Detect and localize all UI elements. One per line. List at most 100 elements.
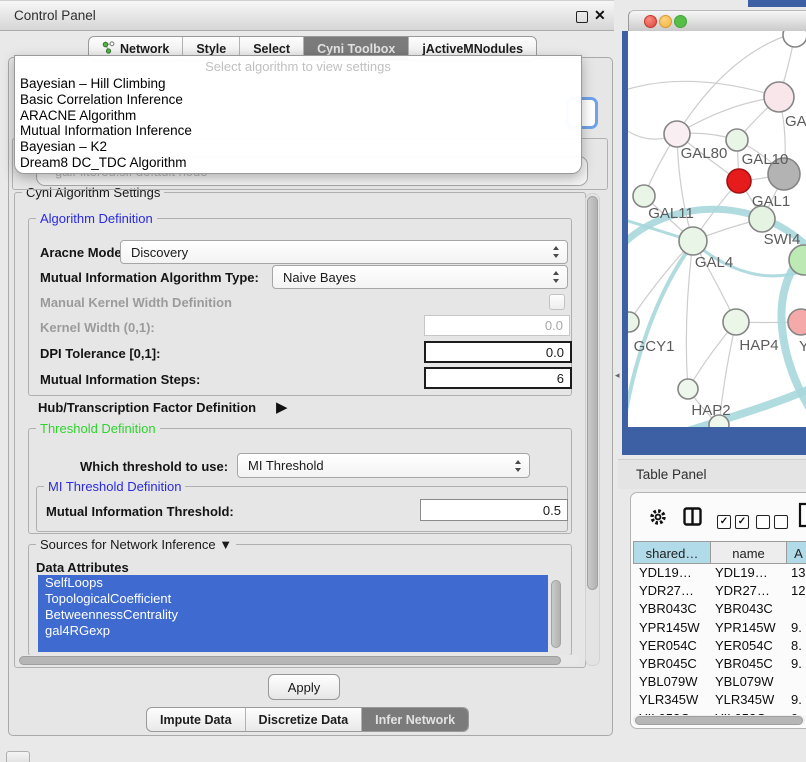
table-cell[interactable]: 13 — [791, 565, 805, 580]
select-all-columns-icon[interactable]: ✓✓ — [717, 511, 753, 529]
mi-threshold-legend: MI Threshold Definition — [44, 479, 185, 494]
algorithm-option[interactable]: ARACNE Algorithm — [20, 108, 570, 124]
network-node-label: GAL4 — [695, 254, 733, 271]
network-node-gal4[interactable] — [679, 227, 707, 255]
table-cell[interactable]: 12 — [791, 583, 805, 598]
table-row[interactable]: YPR145W YPR145W 9. — [631, 619, 806, 637]
table-cell[interactable]: 9. — [791, 656, 802, 671]
mi-threshold-field[interactable]: 0.5 — [420, 499, 568, 521]
close-window-icon[interactable] — [644, 15, 657, 28]
attributes-scrollbar-thumb[interactable] — [551, 580, 561, 648]
table-hscrollbar-thumb[interactable] — [635, 716, 803, 725]
table-cell[interactable]: YBR045C — [715, 656, 773, 671]
table-cell[interactable]: YBR045C — [639, 656, 697, 671]
column-header[interactable]: shared… — [633, 541, 711, 564]
mi-type-combo[interactable]: Naive Bayes — [272, 265, 568, 289]
algorithm-option[interactable]: Bayesian – K2 — [20, 139, 570, 155]
app-root: Control Panel ✕ NetworkStyleSelectCyni T… — [0, 0, 806, 762]
network-node-gal10[interactable] — [726, 129, 748, 151]
gear-icon[interactable] — [648, 507, 668, 532]
network-node-gcy1[interactable] — [628, 312, 639, 332]
stepper-arrows-icon — [553, 271, 560, 283]
attribute-item[interactable]: BetweennessCentrality — [38, 607, 548, 623]
network-view-canvas[interactable]: GALGAL80GAL10GAL1GAL11SWI4GAL4GCY1HAP4YH… — [628, 31, 806, 427]
tab-label: Cyni Toolbox — [317, 42, 395, 56]
column-header[interactable]: name — [711, 541, 787, 564]
kernel-width-field[interactable]: 0.0 — [424, 315, 570, 336]
network-node-label: GAL — [785, 113, 806, 130]
dpi-tolerance-field[interactable]: 0.0 — [424, 341, 572, 363]
network-node-gal80[interactable] — [664, 121, 690, 147]
attribute-item[interactable]: TopologicalCoefficient — [38, 591, 548, 607]
table-cell[interactable]: YDL19… — [639, 565, 692, 580]
column-layout-icon[interactable] — [683, 507, 702, 531]
mi-type-value: Naive Bayes — [283, 270, 356, 285]
network-node-gal[interactable] — [764, 82, 794, 112]
table-cell[interactable]: YDR27… — [639, 583, 694, 598]
algorithm-option[interactable]: Bayesian – Hill Climbing — [20, 76, 570, 92]
table-cell[interactable]: YPR145W — [639, 620, 700, 635]
algorithm-option[interactable]: Mutual Information Inference — [20, 123, 570, 139]
aracne-mode-combo[interactable]: Discovery — [120, 240, 568, 264]
table-cell[interactable]: YBR043C — [715, 601, 773, 616]
panel-corner-button[interactable] — [6, 751, 30, 762]
table-cell[interactable]: YPR145W — [715, 620, 776, 635]
apply-button[interactable]: Apply — [268, 674, 340, 700]
network-node[interactable] — [783, 31, 806, 47]
network-node-hap2[interactable] — [678, 379, 698, 399]
network-node-hap4[interactable] — [723, 309, 749, 335]
algorithm-dropdown-placeholder: Select algorithm to view settings — [15, 59, 581, 74]
table-row[interactable]: YER054C YER054C 8. — [631, 637, 806, 655]
algorithm-dropdown[interactable]: Select algorithm to view settings Bayesi… — [14, 55, 582, 174]
tab-discretize-data[interactable]: Discretize Data — [246, 708, 363, 731]
table-hscrollbar-track[interactable] — [633, 715, 805, 725]
table-cell[interactable]: YBR043C — [639, 601, 697, 616]
table-cell[interactable]: YBL079W — [715, 674, 774, 689]
network-node-gal11[interactable] — [633, 185, 655, 207]
close-panel-icon[interactable]: ✕ — [594, 7, 606, 24]
settings-scrollbar-thumb[interactable] — [587, 196, 598, 590]
which-threshold-combo[interactable]: MI Threshold — [237, 453, 530, 478]
settings-scrollbar-track[interactable] — [585, 193, 600, 666]
table-row[interactable]: YDL19… YDL19… 13 — [631, 564, 806, 582]
table-row[interactable]: YBL079W YBL079W — [631, 673, 806, 691]
table-cell[interactable]: YLR345W — [715, 692, 774, 707]
minimize-window-icon[interactable] — [659, 15, 672, 28]
table-cell[interactable]: YLR345W — [639, 692, 698, 707]
table-row[interactable]: YLR345W YLR345W 9. — [631, 691, 806, 709]
attribute-item[interactable]: gal4RGexp — [38, 623, 548, 639]
settings-hscrollbar-thumb[interactable] — [19, 656, 561, 665]
table-row[interactable]: YDR27… YDR27… 12 — [631, 582, 806, 600]
settings-hscrollbar-track[interactable] — [17, 655, 579, 665]
tab-infer-network[interactable]: Infer Network — [362, 708, 468, 731]
tab-impute-data[interactable]: Impute Data — [147, 708, 246, 731]
manual-kernel-checkbox[interactable] — [549, 294, 565, 310]
table-cell[interactable]: YER054C — [715, 638, 773, 653]
data-attributes-list[interactable]: SelfLoopsTopologicalCoefficientBetweenne… — [38, 575, 548, 652]
table-cell[interactable]: YDL19… — [715, 565, 768, 580]
table-row[interactable]: YBR043C YBR043C — [631, 600, 806, 618]
table-row[interactable]: YBR045C YBR045C 9. — [631, 655, 806, 673]
split-pane-handle-icon[interactable]: ◂ — [615, 370, 620, 380]
algorithm-option[interactable]: Dream8 DC_TDC Algorithm — [20, 155, 570, 171]
table-cell[interactable]: 9. — [791, 620, 802, 635]
table-cell[interactable]: 8. — [791, 638, 802, 653]
mi-steps-field[interactable]: 6 — [424, 367, 572, 389]
algorithm-option[interactable]: Basic Correlation Inference — [20, 92, 570, 108]
expand-arrow-icon[interactable]: ▶ — [276, 398, 288, 416]
network-edge — [628, 81, 779, 97]
table-cell[interactable]: YBL079W — [639, 674, 698, 689]
table-cell[interactable]: 9. — [791, 692, 802, 707]
deselect-all-columns-icon[interactable]: ✓✓ — [756, 511, 792, 529]
float-panel-icon[interactable] — [576, 11, 588, 23]
table-cell[interactable]: YER054C — [639, 638, 697, 653]
network-node-y[interactable] — [788, 309, 806, 335]
table-cell[interactable]: YDR27… — [715, 583, 770, 598]
attribute-item[interactable]: SelfLoops — [38, 575, 548, 591]
collapse-arrow-icon[interactable]: ▼ — [219, 537, 232, 552]
network-window-titlebar[interactable] — [628, 10, 806, 33]
export-table-icon[interactable] — [798, 502, 806, 533]
network-node-gal1[interactable] — [727, 169, 751, 193]
zoom-window-icon[interactable] — [674, 15, 687, 28]
column-header[interactable]: A — [787, 541, 806, 564]
